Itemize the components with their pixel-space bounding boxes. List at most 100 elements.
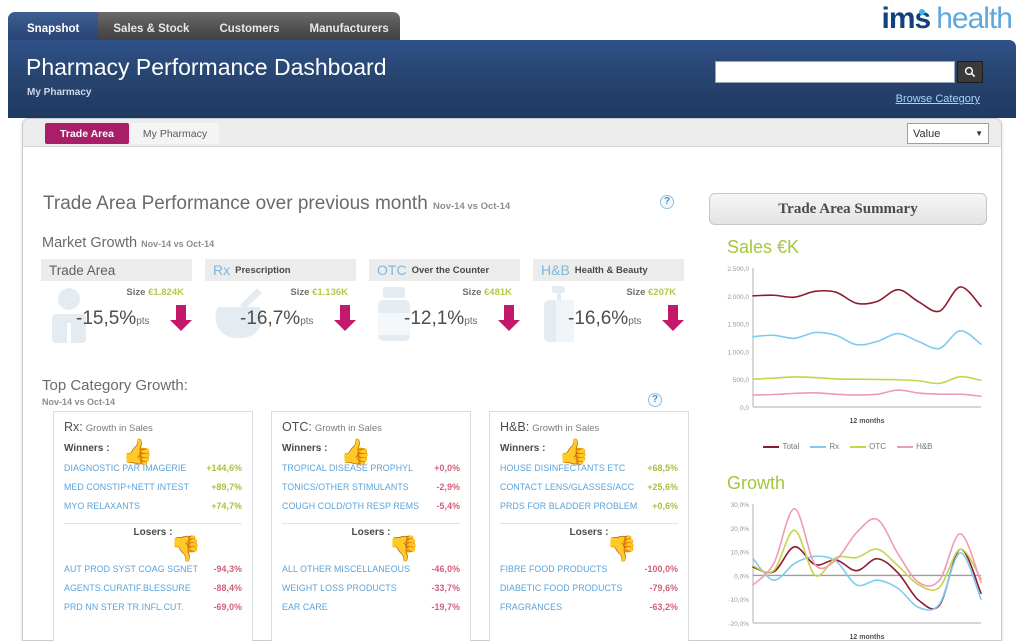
item-name: FIBRE FOOD PRODUCTS [500,564,608,574]
item-name: AUT PROD SYST COAG SGNET [64,564,199,574]
list-item[interactable]: PRD NN STER TR.INFL.CUT. -69,0% [64,602,242,612]
list-item[interactable]: FIBRE FOOD PRODUCTS -100,0% [500,564,678,574]
legend-swatch [810,445,827,448]
svg-text:-10,0%: -10,0% [728,597,749,604]
list-item[interactable]: EAR CARE -19,7% [282,602,460,612]
svg-text:0,0: 0,0 [740,405,749,412]
item-name: MED CONSTIP+NETT INTEST [64,482,190,492]
svg-text:10,0%: 10,0% [731,550,750,557]
kpi-size: Size €1.136K [290,287,348,298]
svg-text:2.000,0: 2.000,0 [727,294,749,301]
category-panel-row: Rx: Growth in Sales Winners : 👍 DIAGNOSTI… [53,411,689,641]
category-code: OTC: [282,420,312,434]
kpi-desc: Prescription [235,264,291,276]
section-title: Trade Area Performance over previous mon… [43,193,510,215]
category-panel-otc: OTC: Growth in Sales Winners : 👍 TROPICAL… [271,411,471,641]
kpi-size-value: €481K [484,287,512,298]
trade-area-summary: Trade Area Summary Sales €K 0,0 500,0 1.00… [709,193,987,641]
list-item[interactable]: WEIGHT LOSS PRODUCTS -33,7% [282,583,460,593]
divider [282,523,460,524]
item-value: -100,0% [644,564,678,574]
item-name: PRD NN STER TR.INFL.CUT. [64,602,184,612]
category-subtitle: Growth in Sales [85,423,153,434]
kpi-value-number: -16,7% [240,308,301,329]
legend-item: OTC [850,442,886,451]
page-title: Pharmacy Performance Dashboard [26,54,387,80]
category-code: Rx: [64,420,83,434]
sales-chart-svg: 0,0 500,0 1.000,0 1.500,0 2.000,0 2.500,0 12 m… [727,266,982,425]
growth-chart-svg: -20,0% -10,0% 0,0% 10,0% 20,0% 30,0% 12 months [728,502,982,641]
help-icon-category[interactable]: ? [648,393,662,407]
kpi-card-rx: Rx Prescription Size €1.136K -16,7%pts [205,259,356,343]
main-panel: Trade Area My Pharmacy Value ▼ Trade Are… [22,118,1002,641]
list-item[interactable]: DIABETIC FOOD PRODUCTS -79,6% [500,583,678,593]
subtab-my-pharmacy[interactable]: My Pharmacy [131,123,219,144]
kpi-card-otc: OTC Over the Counter Size €481K -12,1%pt… [369,259,520,343]
category-subtitle: Growth in Sales [314,423,382,434]
search-button[interactable] [957,61,983,83]
kpi-body: Size €481K -12,1%pts [369,281,520,343]
item-name: CONTACT LENS/GLASSES/ACC [500,482,635,492]
item-value: -2,9% [436,482,460,492]
kpi-value-units: pts [464,316,478,327]
svg-text:500,0: 500,0 [733,377,750,384]
kpi-code: Rx [213,262,231,278]
item-value: -69,0% [213,602,242,612]
sales-chart-legend: Total Rx OTC H&B [709,442,987,451]
item-value: +25,6% [647,482,678,492]
kpi-size-label: Size [290,287,310,298]
help-icon-section[interactable]: ? [660,195,674,209]
value-dropdown-label: Value [913,127,941,140]
item-value: -94,3% [213,564,242,574]
market-growth-label: Market Growth [42,235,138,251]
kpi-desc: Over the Counter [411,264,490,276]
search-icon [964,66,976,78]
item-value: -79,6% [649,583,678,593]
kpi-size-value: €207K [648,287,676,298]
kpi-size-value: €1.136K [312,287,348,298]
list-item[interactable]: MYO RELAXANTS +74,7% [64,501,242,511]
thumbs-down-icon: 👎 [606,535,638,563]
value-dropdown[interactable]: Value ▼ [907,123,989,144]
legend-swatch [850,445,867,448]
dashboard-root: ims health Snapshot Sales & Stock Custome… [0,0,1024,641]
top-category-growth-title: Top Category Growth: [42,377,188,394]
kpi-card-trade-area: Trade Area Size €1.824K -15,5%pts [41,259,192,343]
kpi-value-number: -12,1% [404,308,465,329]
kpi-size-label: Size [462,287,482,298]
category-panel-hb: H&B: Growth in Sales Winners : 👍 HOUSE DI… [489,411,689,641]
list-item[interactable]: AGENTS.CURATIF.BLESSURE -88,4% [64,583,242,593]
list-item[interactable]: CONTACT LENS/GLASSES/ACC +25,6% [500,482,678,492]
list-item[interactable]: FRAGRANCES -63,2% [500,602,678,612]
losers-label: Losers : [351,527,391,538]
svg-text:30,0%: 30,0% [731,502,750,509]
kpi-size-label: Size [626,287,646,298]
thumbs-up-icon: 👍 [340,438,372,466]
subtab-trade-area[interactable]: Trade Area [45,123,129,144]
search-input[interactable] [715,61,955,83]
kpi-value: -16,7%pts [240,308,314,330]
kpi-value-units: pts [300,316,314,327]
svg-text:12 months: 12 months [849,634,884,641]
list-item[interactable]: AUT PROD SYST COAG SGNET -94,3% [64,564,242,574]
browse-category-link[interactable]: Browse Category [896,93,980,105]
logo-health-text: health [936,2,1013,35]
category-panel-rx: Rx: Growth in Sales Winners : 👍 DIAGNOSTI… [53,411,253,641]
list-item[interactable]: COUGH COLD/OTH RESP REMS -5,4% [282,501,460,511]
market-growth-title: Market Growth Nov-14 vs Oct-14 [42,235,214,251]
item-value: +0,0% [434,463,460,473]
category-panel-header: H&B: Growth in Sales [500,420,678,434]
trend-down-icon [170,305,192,331]
sales-chart: 0,0 500,0 1.000,0 1.500,0 2.000,0 2.500,0 12 m… [709,260,987,451]
thumbs-down-icon: 👎 [388,535,420,563]
page-subtitle: My Pharmacy [27,87,92,98]
list-item[interactable]: PRDS FOR BLADDER PROBLEM +0,6% [500,501,678,511]
summary-title: Trade Area Summary [709,193,987,225]
list-item[interactable]: TONICS/OTHER STIMULANTS -2,9% [282,482,460,492]
kpi-value-units: pts [628,316,642,327]
list-item[interactable]: ALL OTHER MISCELLANEOUS -46,0% [282,564,460,574]
item-value: +144,6% [206,463,242,473]
list-item[interactable]: MED CONSTIP+NETT INTEST +89,7% [64,482,242,492]
item-name: ALL OTHER MISCELLANEOUS [282,564,411,574]
category-code: H&B: [500,420,530,434]
